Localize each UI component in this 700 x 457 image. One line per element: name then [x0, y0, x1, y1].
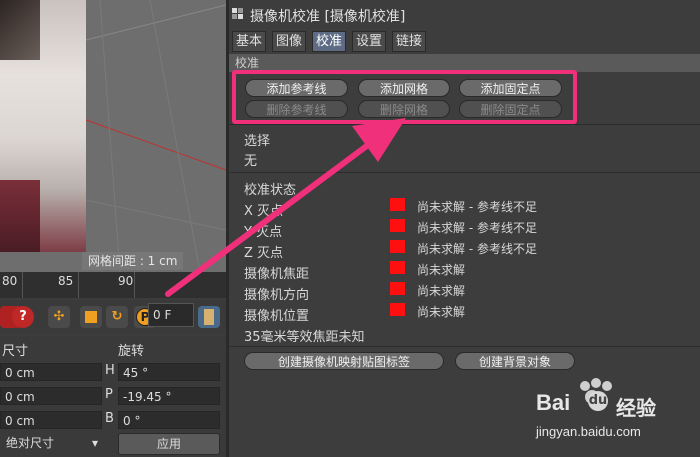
divider	[229, 172, 700, 173]
rotate-icon[interactable]: ↻	[106, 306, 128, 328]
size-y-value: 0 cm	[5, 390, 35, 404]
size-z-value: 0 cm	[5, 414, 35, 428]
timeline-tick: 90	[118, 274, 134, 288]
camera-calibrate-icon	[232, 8, 244, 22]
grid-spacing-label: 网格间距 : 1 cm	[82, 252, 184, 270]
create-camera-mapping-tag-button[interactable]: 创建摄像机映射贴图标签	[244, 352, 444, 370]
size-mode-dropdown[interactable]: 绝对尺寸 ▾	[0, 433, 102, 453]
size-y-field[interactable]: 0 cm	[0, 387, 102, 405]
frame-field[interactable]: 0 F	[148, 303, 194, 327]
status-text: 尚未求解	[417, 305, 466, 319]
panel-title: 摄像机校准 [摄像机校准]	[250, 9, 406, 25]
background-photo-shadow	[0, 0, 40, 60]
status-text: 尚未求解	[417, 284, 466, 298]
status-label: 摄像机方向	[244, 288, 310, 303]
focal-note: 35毫米等效焦距未知	[244, 330, 365, 345]
tab-image[interactable]: 图像	[272, 31, 307, 52]
create-background-object-button[interactable]: 创建背景对象	[455, 352, 575, 370]
status-indicator	[390, 282, 405, 295]
apply-button[interactable]: 应用	[118, 433, 220, 455]
help-icon[interactable]: ?	[12, 306, 34, 328]
du-icon: du	[588, 391, 608, 411]
rotation-h-label: H	[105, 363, 115, 378]
status-label: X 灭点	[244, 204, 284, 219]
move-icon[interactable]: ✣	[48, 306, 70, 328]
frame-value: 0 F	[153, 308, 172, 322]
timeline-tick: 85	[58, 274, 74, 288]
rotation-h-field[interactable]: 45 °	[118, 363, 220, 381]
size-z-field[interactable]: 0 cm	[0, 411, 102, 429]
size-mode-value: 绝对尺寸	[6, 436, 55, 450]
timeline-tick-mark	[22, 272, 23, 298]
timeline-tick-mark	[78, 272, 79, 298]
timeline-tick-mark	[134, 272, 135, 298]
timeline-ruler[interactable]: 80 85 90	[0, 272, 226, 298]
highlight-box	[232, 70, 577, 124]
timeline-tick: 80	[2, 274, 18, 288]
status-label: Z 灭点	[244, 246, 284, 261]
rotation-h-value: 45 °	[123, 366, 149, 380]
watermark-url: jingyan.baidu.com	[536, 424, 641, 439]
viewport[interactable]: 网格间距 : 1 cm	[0, 0, 226, 272]
rotation-b-field[interactable]: 0 °	[118, 411, 220, 429]
tab-settings[interactable]: 设置	[352, 31, 387, 52]
rotation-b-label: B	[105, 411, 114, 426]
size-x-value: 0 cm	[5, 366, 35, 380]
rotation-b-value: 0 °	[123, 414, 141, 428]
rotation-header: 旋转	[118, 344, 145, 359]
status-label: 摄像机焦距	[244, 267, 310, 282]
selection-value: 无	[244, 154, 258, 169]
status-text: 尚未求解 - 参考线不足	[417, 242, 537, 256]
scale-icon[interactable]	[80, 306, 102, 328]
status-indicator	[390, 240, 405, 253]
status-text: 尚未求解 - 参考线不足	[417, 200, 537, 214]
rotation-p-field[interactable]: -19.45 °	[118, 387, 220, 405]
chevron-down-icon: ▾	[91, 436, 98, 450]
status-text: 尚未求解	[417, 263, 466, 277]
watermark-brand-cn: 经验	[616, 396, 656, 420]
status-text: 尚未求解 - 参考线不足	[417, 221, 537, 235]
status-indicator	[390, 261, 405, 274]
watermark: Bai du 经验 jingyan.baidu.com	[530, 378, 700, 457]
film-icon[interactable]	[198, 306, 220, 328]
divider	[229, 346, 700, 347]
background-photo-fabric	[0, 180, 40, 252]
watermark-brand: Bai	[536, 390, 571, 415]
tab-calibrate[interactable]: 校准	[312, 31, 347, 52]
divider	[229, 124, 700, 125]
selection-label: 选择	[244, 134, 271, 149]
tab-link[interactable]: 链接	[392, 31, 427, 52]
tab-basic[interactable]: 基本	[232, 31, 267, 52]
rotation-p-value: -19.45 °	[123, 390, 172, 404]
status-label: Y 灭点	[244, 225, 283, 240]
size-x-field[interactable]: 0 cm	[0, 363, 102, 381]
status-indicator	[390, 303, 405, 316]
status-indicator	[390, 219, 405, 232]
status-header: 校准状态	[244, 183, 297, 198]
status-label: 摄像机位置	[244, 309, 310, 324]
rotation-p-label: P	[105, 387, 113, 402]
status-indicator	[390, 198, 405, 211]
size-header: 尺寸	[2, 344, 29, 359]
